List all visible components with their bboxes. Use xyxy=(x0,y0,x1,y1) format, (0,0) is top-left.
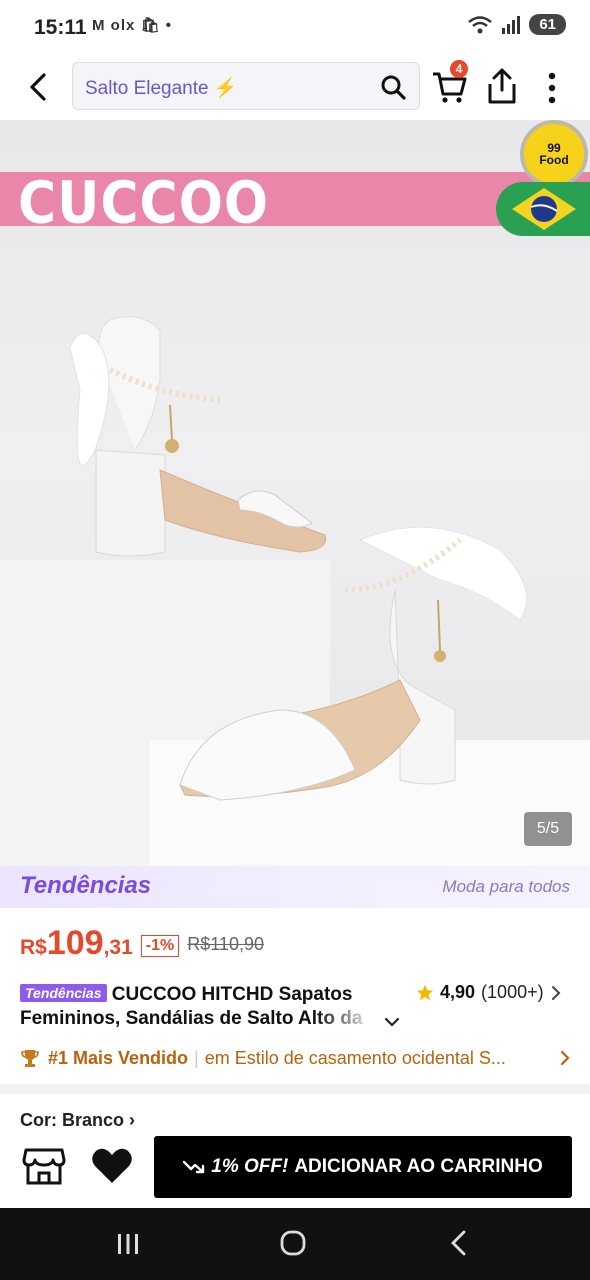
trophy-icon xyxy=(21,1050,39,1067)
more-options-icon[interactable] xyxy=(540,68,564,108)
section-divider xyxy=(0,1084,590,1094)
bestseller-separator: | xyxy=(194,1047,199,1068)
trend-down-icon xyxy=(183,1160,205,1174)
search-query: Salto Elegante ⚡ xyxy=(85,78,238,99)
signal-icon xyxy=(502,15,521,34)
original-price: R$110,90 xyxy=(187,934,264,954)
search-icon[interactable] xyxy=(379,73,407,101)
chevron-left-icon xyxy=(30,73,46,101)
discount-badge: -1% xyxy=(140,935,180,957)
cart-count-badge: 4 xyxy=(450,60,468,78)
chevron-right-icon: › xyxy=(129,1110,136,1130)
cta-label: ADICIONAR AO CARRINHO xyxy=(294,1156,543,1177)
chevron-down-icon[interactable] xyxy=(384,1014,400,1030)
trend-banner[interactable]: Tendências Moda para todos xyxy=(0,866,590,908)
rating-count: (1000+) xyxy=(481,982,544,1002)
wifi-icon xyxy=(468,15,493,33)
star-icon xyxy=(416,984,434,1000)
search-header: Salto Elegante ⚡ 4 xyxy=(0,56,590,118)
image-page-indicator: 5/5 xyxy=(524,812,572,846)
heart-icon[interactable] xyxy=(90,1146,134,1186)
price-currency: R$ xyxy=(20,936,47,959)
trend-tag: Tendências xyxy=(20,984,107,1002)
bottom-action-bar: 1% OFF! ADICIONAR AO CARRINHO xyxy=(0,1128,590,1208)
product-title-line1: CUCCOO HITCHD Sapatos xyxy=(111,984,353,1005)
status-bar: 15:11 M olx 🛍 • 61 xyxy=(0,0,590,56)
price-row: R$ 109 ,31 -1% R$110,90 xyxy=(20,924,264,964)
rating-score: 4,90 xyxy=(440,982,476,1002)
status-time: 15:11 xyxy=(34,16,87,39)
status-indicators: 61 xyxy=(467,14,566,35)
chevron-right-icon xyxy=(551,985,561,1000)
price-integer: 109 xyxy=(46,924,104,962)
home-icon[interactable] xyxy=(280,1230,306,1256)
product-photo-sandals xyxy=(69,316,528,801)
battery-indicator: 61 xyxy=(529,14,566,35)
trend-slogan: Moda para todos xyxy=(442,877,570,896)
price-decimal: ,31 xyxy=(103,936,133,959)
share-icon[interactable] xyxy=(484,66,520,106)
title-fade xyxy=(316,1008,382,1036)
bestseller-row[interactable]: #1 Mais Vendido | em Estilo de casamento… xyxy=(20,1044,572,1072)
rating-summary[interactable]: 4,90 (1000+) xyxy=(416,982,562,1003)
notification-icons: M olx 🛍 • xyxy=(92,17,172,34)
color-label: Cor: Branco xyxy=(20,1110,125,1130)
system-nav-bar xyxy=(0,1208,590,1280)
add-to-cart-button[interactable]: 1% OFF! ADICIONAR AO CARRINHO xyxy=(154,1136,572,1198)
bestseller-category: em Estilo de casamento ocidental S... xyxy=(204,1047,506,1068)
cta-discount: 1% OFF! xyxy=(211,1156,289,1177)
trend-logo: Tendências xyxy=(20,872,152,899)
chevron-right-icon xyxy=(560,1050,570,1066)
nav-back-icon[interactable] xyxy=(448,1230,470,1256)
recent-apps-icon[interactable] xyxy=(116,1232,140,1256)
store-icon[interactable] xyxy=(22,1146,66,1186)
bestseller-rank: #1 Mais Vendido xyxy=(48,1047,189,1068)
search-input[interactable]: Salto Elegante ⚡ xyxy=(72,62,420,110)
product-title[interactable]: Tendências CUCCOO HITCHD Sapatos xyxy=(20,980,400,1010)
trend-spark-icon: ⚡ xyxy=(213,78,238,99)
product-image-gallery[interactable]: CUCCOO 99 Food 5/5 xyxy=(0,120,590,866)
back-button[interactable] xyxy=(22,68,54,106)
